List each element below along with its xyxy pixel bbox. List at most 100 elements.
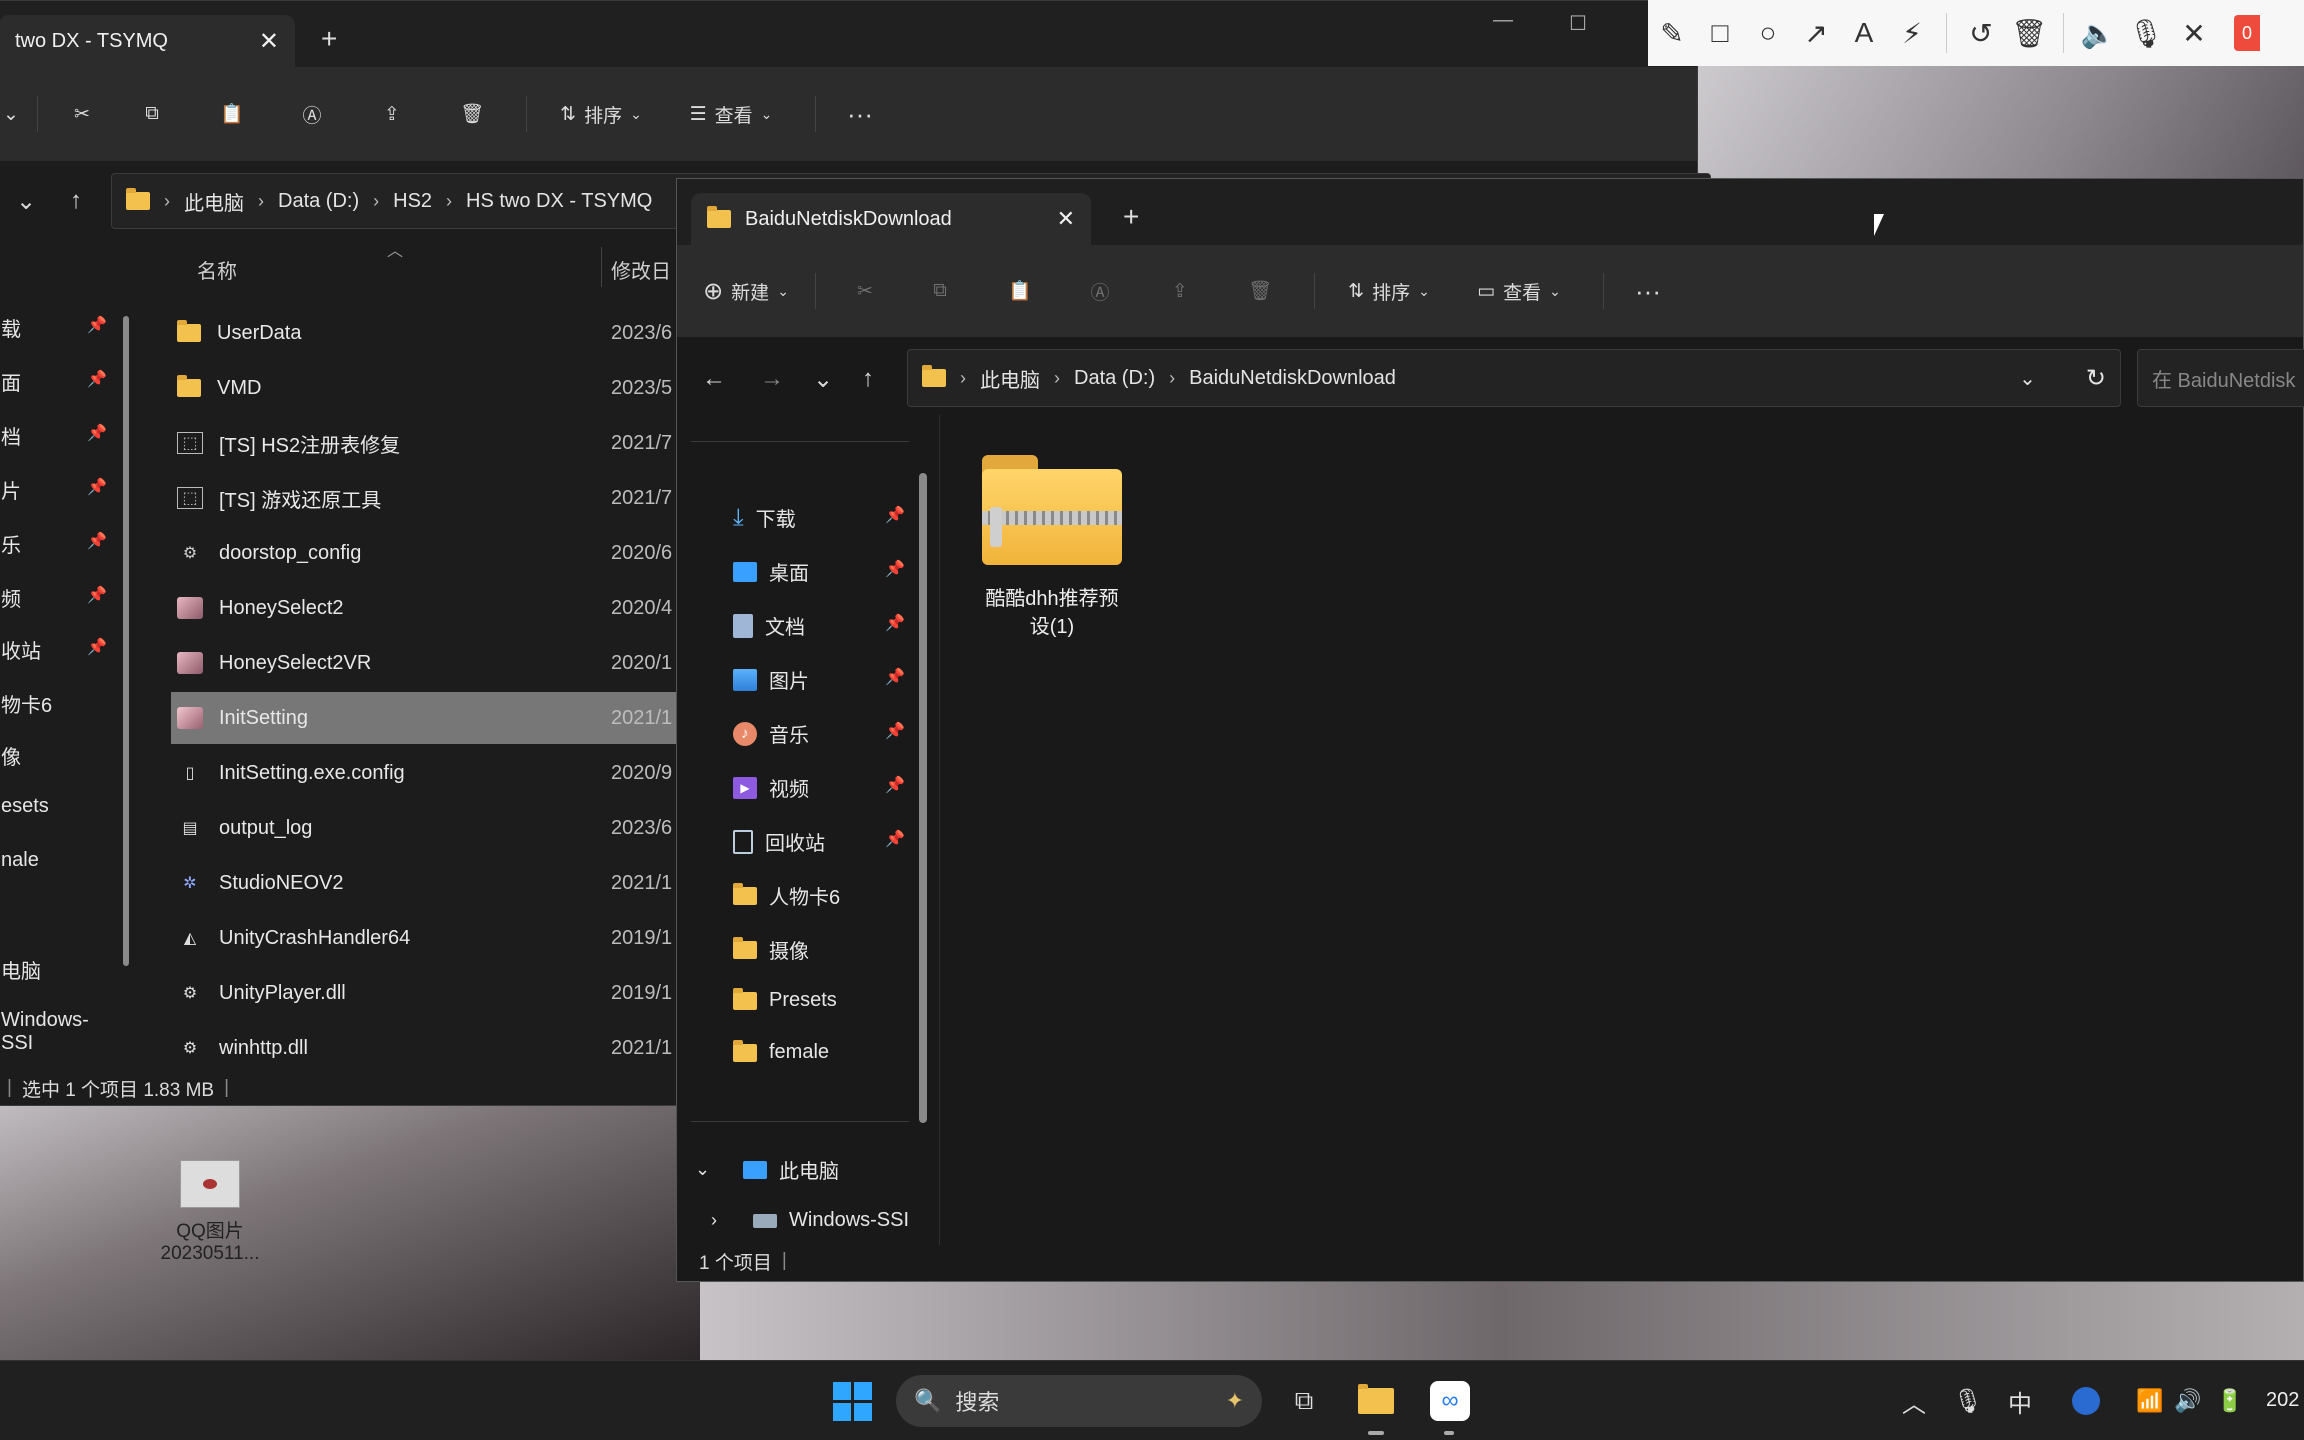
sidebar-item-recycle-bin[interactable]: 回收站 [733,827,825,856]
up-arrow-icon[interactable]: ↑ [51,176,101,226]
search-box[interactable]: 在 BaiduNetdisk [2137,349,2304,407]
address-dropdown-chevron-icon[interactable]: ⌄ [2019,366,2036,391]
tab-baidunetdiskdownload[interactable]: BaiduNetdiskDownload ✕ [691,193,1091,245]
list-item-selected[interactable]: InitSetting 2021/1 [171,692,679,744]
share-icon[interactable]: ⇪ [1140,263,1220,319]
list-item[interactable]: HoneySelect2 2020/4 [0,582,679,634]
sidebar-scrollbar[interactable] [919,473,927,1123]
new-tab-button[interactable]: + [1123,201,1139,233]
sidebar-item-downloads[interactable]: ⤓ 下载 [733,503,796,532]
breadcrumb-hs2[interactable]: HS2 [393,190,432,213]
list-item[interactable]: ▯ InitSetting.exe.config 2020/9 [0,747,679,799]
desktop-icon-qq-image[interactable]: QQ图片 20230511... [150,1160,270,1265]
baidu-netdisk-taskbar-icon[interactable]: ∞ [1424,1375,1476,1427]
refresh-icon[interactable]: ↻ [2086,364,2106,393]
sidebar-item-documents[interactable]: 文档 [733,611,805,640]
cut-icon[interactable]: ✂ [52,86,112,142]
up-arrow-icon[interactable]: ↑ [843,354,893,404]
microphone-icon[interactable]: 🎙 [2122,0,2170,66]
taskbar-search-box[interactable]: 🔍 搜索 ✦ [896,1375,1262,1427]
sidebar-item-pictures[interactable]: 图片 [733,665,809,694]
file-explorer-taskbar-icon[interactable] [1350,1375,1402,1427]
circle-icon[interactable]: ○ [1744,0,1792,66]
sidebar-item-music[interactable]: ♪ 音乐 [733,719,809,748]
undo-icon[interactable]: ↺ [1957,0,2005,66]
view-button[interactable]: ▭ 查看 ⌄ [1449,263,1589,319]
breadcrumb-hs-two-dx[interactable]: HS two DX - TSYMQ [466,190,652,213]
list-item[interactable]: ◭ UnityCrashHandler64 2019/1 [0,912,679,964]
sort-button[interactable]: ⇅ 排序 ⌄ [1329,263,1449,319]
battery-icon[interactable]: 🔋 [2204,1375,2256,1427]
back-arrow-icon[interactable]: ← [689,354,739,404]
list-item[interactable]: ⚙ doorstop_config 2020/6 [0,527,679,579]
task-view-icon[interactable]: ⧉ [1278,1375,1330,1427]
list-item[interactable]: HoneySelect2VR 2020/1 [0,637,679,689]
list-item[interactable]: UserData 2023/6 [0,307,679,359]
sidebar-item-folder[interactable]: 人物卡6 [733,881,840,910]
column-header-date[interactable]: 修改日 [611,255,671,284]
trash-icon[interactable]: 🗑 [2005,0,2053,66]
sidebar-item-folder[interactable]: female [733,1039,829,1064]
copy-icon[interactable]: ⧉ [112,86,192,142]
delete-icon[interactable]: 🗑 [1220,263,1300,319]
new-tab-button[interactable]: + [321,23,337,55]
column-header-name[interactable]: 名称 [197,255,237,284]
rectangle-icon[interactable]: □ [1696,0,1744,66]
breadcrumb-this-pc[interactable]: 此电脑 [184,187,244,216]
breadcrumb-baidunetdiskdownload[interactable]: BaiduNetdiskDownload [1189,367,1396,390]
cut-icon[interactable]: ✂ [830,263,900,319]
rename-icon[interactable]: Ⓐ [1060,263,1140,319]
sidebar-item-folder[interactable]: 摄像 [733,935,809,964]
maximize-icon[interactable]: ☐ [1569,11,1587,36]
record-badge[interactable]: 0 [2234,15,2260,51]
close-icon[interactable]: ✕ [2170,0,2218,66]
recent-locations-chevron-icon[interactable]: ⌄ [803,354,843,404]
list-item[interactable]: ⚙ UnityPlayer.dll 2019/1 [0,967,679,1019]
expand-chevron-icon[interactable]: ⌄ [0,86,23,142]
tab-hs-two-dx[interactable]: two DX - TSYMQ ✕ [0,15,295,67]
new-button[interactable]: ⊕ 新建 ⌄ [691,263,801,319]
more-options-icon[interactable]: ··· [830,86,890,142]
breadcrumb-data-d[interactable]: Data (D:) [278,190,359,213]
list-item[interactable]: ▤ output_log 2023/6 [0,802,679,854]
speaker-icon[interactable]: 🔈 [2074,0,2122,66]
forward-arrow-icon[interactable]: → [747,354,797,404]
list-item[interactable]: ⚙ winhttp.dll 2021/1 [0,1022,679,1074]
list-item[interactable]: VMD 2023/5 [0,362,679,414]
clock[interactable]: 202 [2266,1389,2299,1412]
pencil-icon[interactable]: ✎ [1648,0,1696,66]
breadcrumb-data-d[interactable]: Data (D:) [1074,367,1155,390]
list-item[interactable]: ⬚ [TS] 游戏还原工具 2021/7 [0,472,679,524]
copy-icon[interactable]: ⧉ [900,263,980,319]
more-options-icon[interactable]: ··· [1618,263,1678,319]
start-windows-icon[interactable] [826,1375,878,1427]
paste-icon[interactable]: 📋 [192,86,272,142]
address-bar[interactable]: › 此电脑 › Data (D:) › BaiduNetdiskDownload ⌄… [907,349,2121,407]
view-button[interactable]: ☰ 查看 ⌄ [661,86,801,142]
zip-folder-item[interactable]: 酷酷dhh推荐预设(1) [977,455,1127,641]
ime-indicator[interactable]: 中 [1994,1375,2046,1427]
recent-locations-chevron-icon[interactable]: ⌄ [1,176,51,226]
show-hidden-icons-chevron-icon[interactable]: ︿ [1888,1375,1940,1427]
sidebar-item-folder[interactable]: Presets [733,987,837,1012]
text-icon[interactable]: A [1840,0,1888,66]
tree-item-this-pc[interactable]: ⌄ 此电脑 [695,1155,839,1184]
paste-icon[interactable]: 📋 [980,263,1060,319]
microphone-icon[interactable]: 🎙 [1942,1375,1994,1427]
arrow-icon[interactable]: ↗ [1792,0,1840,66]
close-tab-icon[interactable]: ✕ [259,27,279,56]
rename-icon[interactable]: Ⓐ [272,86,352,142]
magic-wand-icon[interactable]: ⚡ [1888,0,1936,66]
delete-icon[interactable]: 🗑 [432,86,512,142]
breadcrumb-this-pc[interactable]: 此电脑 [980,364,1040,393]
sidebar-item-videos[interactable]: ▶ 视频 [733,773,809,802]
minimize-icon[interactable]: — [1493,9,1513,32]
ime-app-icon[interactable] [2060,1375,2112,1427]
share-icon[interactable]: ⇪ [352,86,432,142]
list-item[interactable]: ⬚ [TS] HS2注册表修复 2021/7 [0,417,679,469]
list-item[interactable]: ✲ StudioNEOV2 2021/1 [0,857,679,909]
tree-item-drive[interactable]: › Windows-SSI [711,1209,909,1232]
sidebar-item-desktop[interactable]: 桌面 [733,557,809,586]
close-tab-icon[interactable]: ✕ [1057,206,1075,232]
sort-button[interactable]: ⇅ 排序 ⌄ [541,86,661,142]
